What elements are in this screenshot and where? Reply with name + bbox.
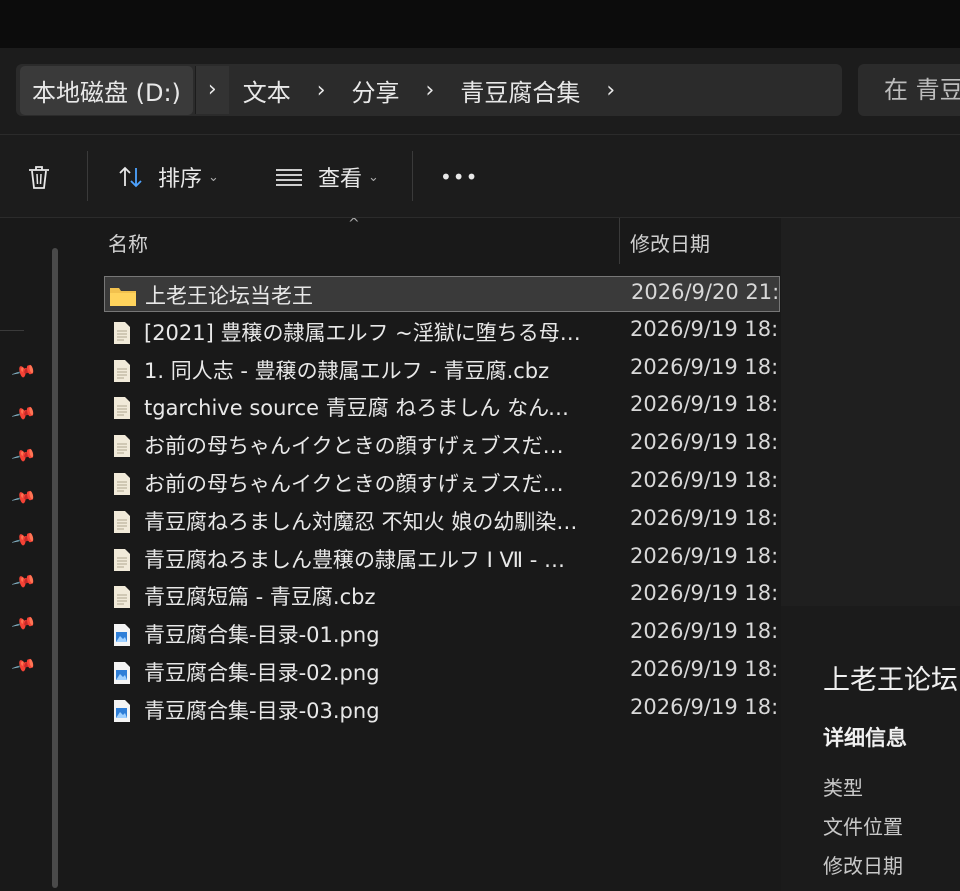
- breadcrumb-item-folder[interactable]: 青豆腐合集: [460, 73, 580, 108]
- file-row[interactable]: 青豆腐合集-目录-01.png 2026/9/19 18:: [104, 616, 780, 652]
- file-row[interactable]: 青豆腐ねろましん対魔忍 不知火 娘の幼馴染に… 2026/9/19 18:: [104, 503, 780, 539]
- file-name: 青豆腐合集-目录-02.png: [144, 661, 380, 685]
- chevron-right-icon[interactable]: ›: [400, 78, 461, 103]
- image-file-icon: [112, 699, 134, 723]
- details-title: 上老王论坛: [823, 665, 958, 696]
- file-row[interactable]: 青豆腐合集-目录-03.png 2026/9/19 18:: [104, 692, 780, 728]
- pin-icon[interactable]: 📌: [11, 442, 38, 468]
- document-file-icon: [112, 321, 134, 345]
- file-name: [2021] 豊穣の隷属エルフ ~淫獄に堕ちる母娘~: [144, 320, 584, 345]
- title-bar: [0, 0, 960, 48]
- document-file-icon: [112, 510, 134, 534]
- file-name: お前の母ちゃんイクときの顔すげぇブスだぞw…: [144, 472, 584, 496]
- column-resize-handle[interactable]: [619, 218, 620, 264]
- sort-button[interactable]: 排序 ⌄: [116, 159, 219, 195]
- file-name: 青豆腐ねろましん対魔忍 不知火 娘の幼馴染に…: [144, 509, 584, 534]
- details-field-modified: 修改日期: [823, 854, 903, 878]
- sort-icon: [119, 166, 142, 188]
- sort-label: 排序: [158, 167, 203, 192]
- column-header-row: ^ 名称 修改日期: [76, 218, 780, 264]
- pin-icon[interactable]: 📌: [11, 568, 38, 594]
- file-modified-date: 2026/9/19 18:: [630, 694, 779, 719]
- view-button[interactable]: 查看 ⌄: [274, 159, 379, 195]
- breadcrumb-item-drive[interactable]: 本地磁盘 (D:): [20, 65, 193, 115]
- pin-icon[interactable]: 📌: [11, 610, 38, 636]
- file-name: 青豆腐短篇 - 青豆腐.cbz: [144, 585, 376, 610]
- file-row[interactable]: 1. 同人志 - 豊穣の隷属エルフ - 青豆腐.cbz 2026/9/19 18:: [104, 352, 780, 388]
- file-name: お前の母ちゃんイクときの顔すげぇブスだぞw…: [144, 434, 584, 459]
- file-name: 青豆腐合集-目录-03.png: [144, 698, 380, 723]
- nav-divider: [0, 330, 24, 331]
- document-file-icon: [112, 472, 134, 496]
- breadcrumb-item-share[interactable]: 分享: [352, 73, 400, 108]
- search-input[interactable]: 在 青豆: [858, 64, 960, 116]
- sort-ascending-icon: ^: [348, 218, 360, 232]
- file-row[interactable]: 青豆腐ねろましん豊穣の隷属エルフ Ⅰ Ⅶ - 青豆腐 2026/9/19 18:: [104, 541, 780, 577]
- image-file-icon: [112, 661, 134, 685]
- nav-scrollbar[interactable]: [52, 248, 58, 888]
- file-row[interactable]: [2021] 豊穣の隷属エルフ ~淫獄に堕ちる母娘~ 2026/9/19 18:: [104, 314, 780, 350]
- file-row[interactable]: 青豆腐短篇 - 青豆腐.cbz 2026/9/19 18:: [104, 578, 780, 614]
- folder-icon: [109, 284, 136, 308]
- pin-icon[interactable]: 📌: [11, 652, 38, 678]
- file-name: 上老王论坛当老王: [145, 284, 313, 308]
- file-modified-date: 2026/9/19 18:: [630, 657, 779, 681]
- pin-icon[interactable]: 📌: [11, 358, 38, 384]
- document-file-icon: [112, 434, 134, 458]
- chevron-right-icon[interactable]: ›: [291, 78, 352, 103]
- toolbar-divider: [87, 151, 88, 201]
- file-name: tgarchive source 青豆腐 ねろましん なんでアナル…: [144, 396, 584, 421]
- file-name: 青豆腐ねろましん豊穣の隷属エルフ Ⅰ Ⅶ - 青豆腐: [144, 547, 584, 572]
- more-options-icon: •••: [440, 165, 479, 189]
- address-bar-area: 本地磁盘 (D:) › 文本 › 分享 › 青豆腐合集 › 在 青豆: [0, 48, 960, 135]
- file-list: ^ 名称 修改日期 上老王论坛当老王 2026/9/20 21:37 [2021] …: [76, 218, 780, 891]
- details-section-heading: 详细信息: [823, 726, 907, 750]
- file-modified-date: 2026/9/19 18:: [630, 581, 779, 606]
- pin-icon[interactable]: 📌: [11, 526, 38, 552]
- document-file-icon: [112, 359, 134, 383]
- details-field-location: 文件位置: [823, 815, 903, 839]
- command-bar: 排序 ⌄ 查看 ⌄ •••: [0, 135, 960, 218]
- file-row[interactable]: お前の母ちゃんイクときの顔すげぇブスだぞw… 2026/9/19 18:: [104, 427, 780, 463]
- document-file-icon: [112, 585, 134, 609]
- column-header-name[interactable]: 名称: [108, 228, 148, 257]
- file-modified-date: 2026/9/19 18:: [630, 430, 779, 455]
- chevron-right-icon[interactable]: ›: [580, 78, 641, 103]
- details-pane: 上老王论坛 详细信息 类型 文件位置 修改日期: [781, 218, 960, 891]
- file-row[interactable]: tgarchive source 青豆腐 ねろましん なんでアナル… 2026/9…: [104, 389, 780, 425]
- delete-button[interactable]: [24, 159, 54, 195]
- view-list-icon: [276, 169, 302, 186]
- preview-area: [781, 218, 960, 606]
- file-row[interactable]: 上老王论坛当老王 2026/9/20 21:37: [104, 276, 780, 312]
- view-label: 查看: [318, 167, 363, 192]
- file-modified-date: 2026/9/19 18:: [630, 505, 779, 530]
- file-modified-date: 2026/9/19 18:: [630, 316, 779, 341]
- file-modified-date: 2026/9/19 18:: [630, 392, 779, 417]
- chevron-right-icon[interactable]: ›: [194, 66, 229, 114]
- pin-icon[interactable]: 📌: [11, 400, 38, 426]
- document-file-icon: [112, 548, 134, 572]
- file-name: 1. 同人志 - 豊穣の隷属エルフ - 青豆腐.cbz: [144, 358, 550, 383]
- file-modified-date: 2026/9/19 18:: [630, 354, 779, 379]
- address-bar[interactable]: 本地磁盘 (D:) › 文本 › 分享 › 青豆腐合集 ›: [16, 64, 842, 116]
- pin-icon[interactable]: 📌: [11, 484, 38, 510]
- file-modified-date: 2026/9/19 18:: [630, 543, 779, 568]
- file-row[interactable]: お前の母ちゃんイクときの顔すげぇブスだぞw… 2026/9/19 18:: [104, 465, 780, 501]
- document-file-icon: [112, 396, 134, 420]
- file-row[interactable]: 青豆腐合集-目录-02.png 2026/9/19 18:: [104, 654, 780, 690]
- chevron-down-icon: ⌄: [368, 169, 379, 185]
- trash-icon: [29, 166, 49, 189]
- more-options-button[interactable]: •••: [440, 159, 478, 195]
- column-header-date[interactable]: 修改日期: [630, 228, 710, 257]
- breadcrumb-item-text[interactable]: 文本: [243, 73, 291, 108]
- file-modified-date: 2026/9/19 18:: [630, 468, 779, 492]
- chevron-down-icon: ⌄: [208, 169, 219, 185]
- toolbar-divider: [412, 151, 413, 201]
- details-field-type: 类型: [823, 776, 863, 800]
- image-file-icon: [112, 623, 134, 647]
- file-name: 青豆腐合集-目录-01.png: [144, 623, 380, 648]
- file-modified-date: 2026/9/19 18:: [630, 619, 779, 644]
- navigation-pane: 📌 📌 📌 📌 📌 📌 📌 📌: [0, 218, 76, 891]
- file-modified-date: 2026/9/20 21:37: [631, 280, 780, 304]
